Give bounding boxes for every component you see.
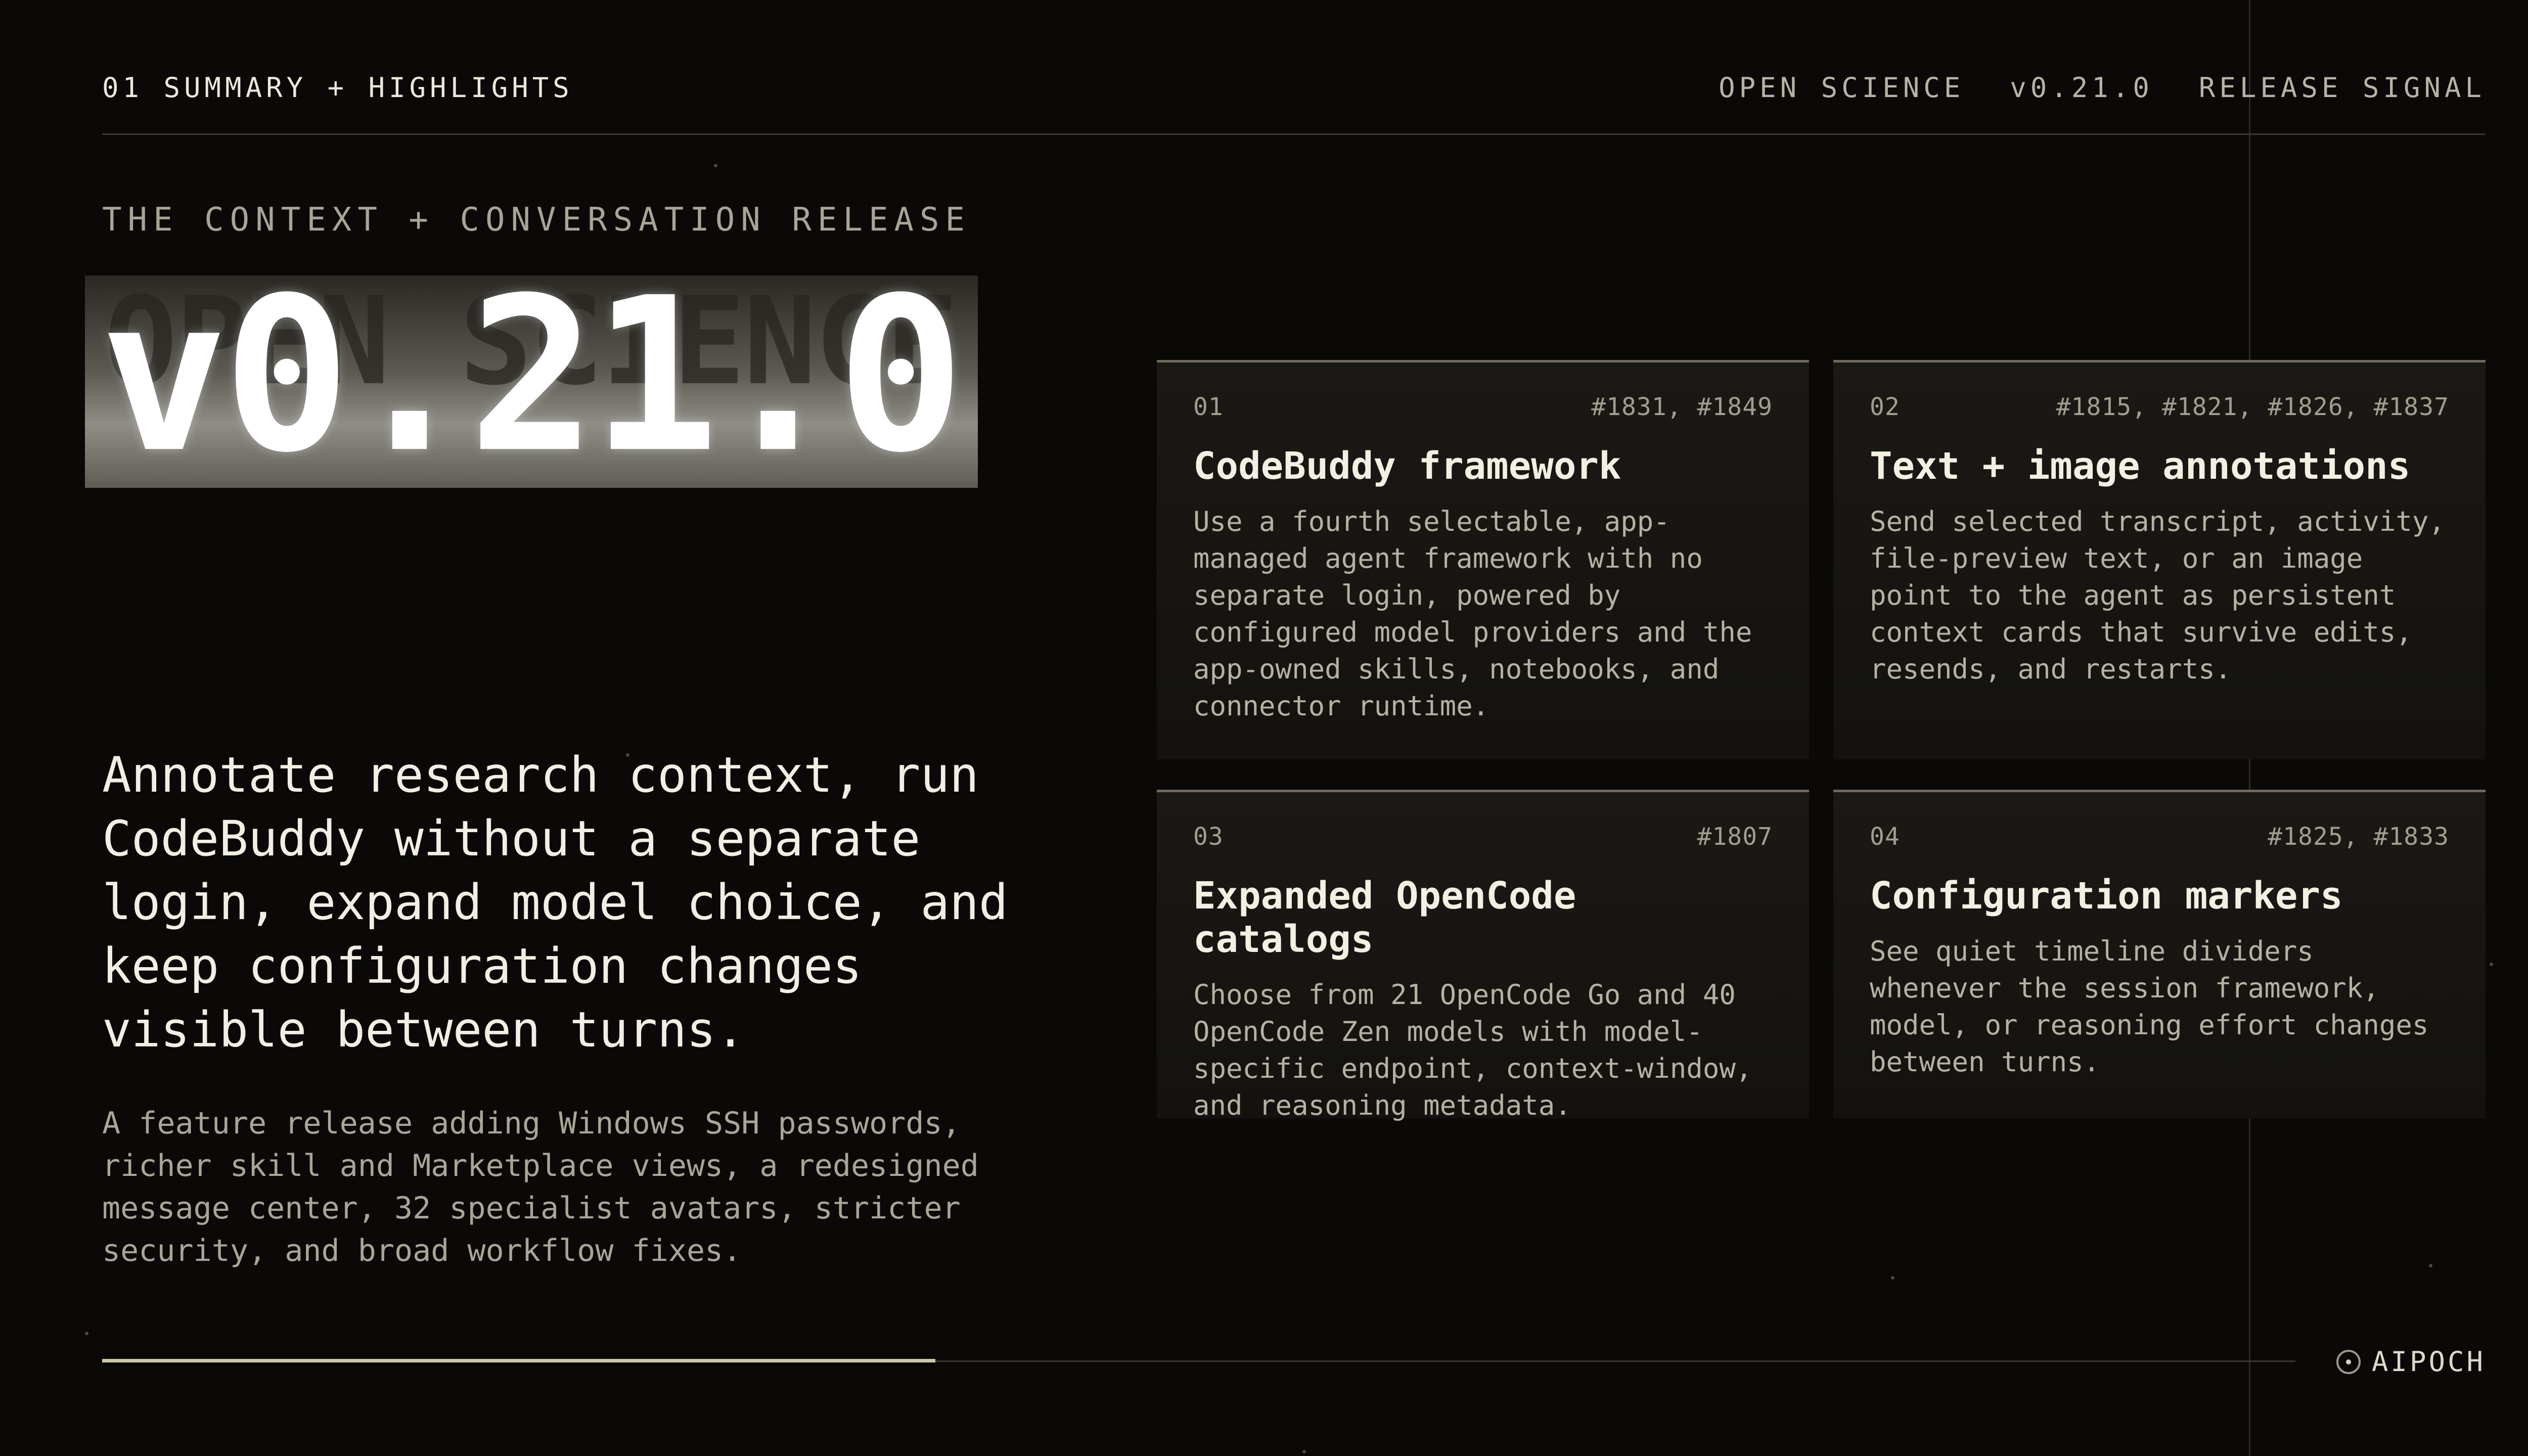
- card-title: Configuration markers: [1870, 874, 2343, 918]
- card-body: Choose from 21 OpenCode Go and 40 OpenCo…: [1193, 979, 1752, 1121]
- section-label: 01 SUMMARY + HIGHLIGHTS: [102, 72, 573, 104]
- header-meta: OPEN SCIENCE v0.21.0 RELEASE SIGNAL: [1719, 72, 2486, 104]
- card-refs: #1815, #1821, #1826, #1837: [2056, 393, 2449, 421]
- card-header: 03 #1807: [1193, 823, 1773, 851]
- card-title: CodeBuddy framework: [1193, 444, 1621, 488]
- card-body: Use a fourth selectable, app-managed age…: [1193, 506, 1752, 722]
- card-refs: #1807: [1697, 823, 1773, 851]
- background-star: [2429, 1264, 2432, 1267]
- card-title: Text + image annotations: [1870, 444, 2411, 488]
- brand-logo: AIPOCH: [2336, 1346, 2486, 1378]
- card-body: See quiet timeline dividers whenever the…: [1870, 935, 2429, 1078]
- card-number: 02: [1870, 393, 1900, 421]
- card-number: 03: [1193, 823, 1224, 851]
- header-meta-version: v0.21.0: [2010, 72, 2153, 104]
- hero-version: v0.21.0: [100, 276, 965, 488]
- hero-version-block: OPEN SCIENCE v0.21.0: [85, 276, 978, 488]
- card-header: 01 #1831, #1849: [1193, 393, 1773, 421]
- card-refs: #1831, #1849: [1591, 393, 1773, 421]
- progress-bar: [102, 1359, 935, 1362]
- card-number: 01: [1193, 393, 1224, 421]
- release-note: A feature release adding Windows SSH pas…: [102, 1106, 979, 1268]
- brand-name: AIPOCH: [2371, 1346, 2486, 1378]
- brand-icon: [2336, 1349, 2361, 1374]
- highlight-card: 04 #1825, #1833 Configuration markers Se…: [1833, 790, 2486, 1118]
- card-header: 02 #1815, #1821, #1826, #1837: [1870, 393, 2449, 421]
- highlight-card: 02 #1815, #1821, #1826, #1837 Text + ima…: [1833, 360, 2486, 759]
- header-meta-project: OPEN SCIENCE: [1719, 72, 1965, 104]
- card-header: 04 #1825, #1833: [1870, 823, 2449, 851]
- card-number: 04: [1870, 823, 1900, 851]
- highlight-card: 03 #1807 Expanded OpenCode catalogs Choo…: [1157, 790, 1809, 1121]
- header-meta-signal: RELEASE SIGNAL: [2198, 72, 2486, 104]
- highlight-card: 01 #1831, #1849 CodeBuddy framework Use …: [1157, 360, 1809, 759]
- card-title: Expanded OpenCode catalogs: [1193, 874, 1576, 961]
- background-star: [1891, 1276, 1894, 1280]
- card-body: Send selected transcript, activity, file…: [1870, 506, 2445, 685]
- top-bar: 01 SUMMARY + HIGHLIGHTS OPEN SCIENCE v0.…: [102, 61, 2486, 135]
- release-eyebrow: THE CONTEXT + CONVERSATION RELEASE: [102, 201, 971, 239]
- background-star: [2490, 963, 2493, 966]
- background-star: [85, 1332, 88, 1335]
- background-star: [714, 164, 717, 167]
- lede-text: Annotate research context, run CodeBuddy…: [102, 747, 1008, 1058]
- background-star: [1302, 1450, 1306, 1453]
- card-refs: #1825, #1833: [2268, 823, 2449, 851]
